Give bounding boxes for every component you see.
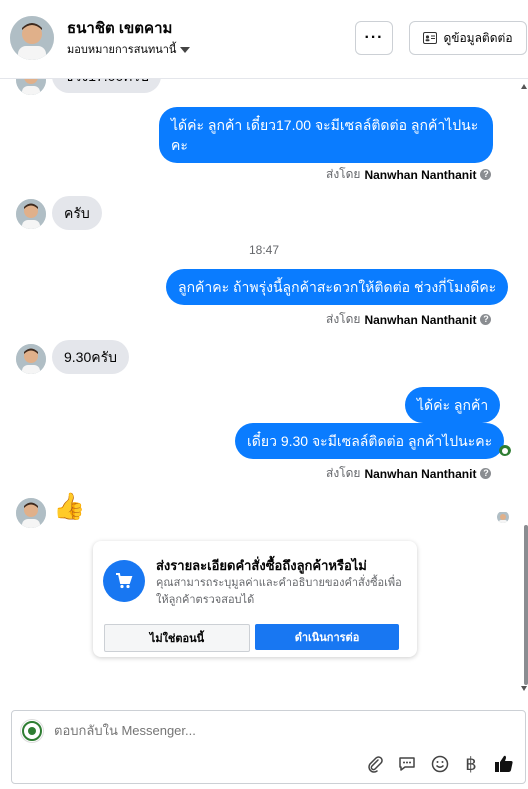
assign-label: มอบหมายการสนทนานี้ [67, 44, 177, 56]
question-icon[interactable]: ? [480, 468, 492, 479]
sent-by-label: ส่งโดย Nanwhan Nanthanit ? [326, 464, 492, 483]
customer-name[interactable]: ธนาชิต เขตคาม [67, 16, 172, 40]
customer-avatar[interactable] [10, 16, 54, 60]
order-details-card: ส่งรายละเอียดคำสั่งซื้อถึงลูกค้าหรือไม่ … [93, 541, 417, 657]
customer-seen-avatar [497, 511, 509, 523]
conversation-header: ธนาชิต เขตคาม มอบหมายการสนทนานี้ ··· ดูข… [0, 0, 528, 79]
sent-by-label: ส่งโดย Nanwhan Nanthanit ? [326, 310, 492, 329]
seen-indicator [499, 444, 511, 456]
customer-avatar-small [16, 498, 46, 528]
card-title: ส่งรายละเอียดคำสั่งซื้อถึงลูกค้าหรือไม่ [156, 558, 367, 573]
sent-by-label: ส่งโดย Nanwhan Nanthanit ? [326, 165, 492, 184]
smiley-icon[interactable] [429, 753, 451, 775]
cart-icon [103, 560, 145, 602]
baht-icon[interactable]: ฿ [460, 753, 482, 775]
message-line: คะ [171, 137, 188, 153]
question-icon[interactable]: ? [480, 314, 492, 325]
scrollbar-thumb[interactable] [524, 525, 528, 685]
incoming-message: ช่วง17.00ครับ [52, 79, 162, 93]
outgoing-message: ได้ค่ะ ลูกค้า เดี๋ยว17.00 จะมีเซลล์ติดต่… [159, 107, 493, 163]
message-timestamp: 18:47 [249, 243, 280, 257]
paperclip-icon[interactable] [364, 753, 386, 775]
scroll-up-arrow[interactable] [521, 84, 527, 89]
caret-down-icon [180, 47, 191, 54]
thumbs-up-icon[interactable] [493, 753, 515, 775]
thumbs-up-reaction: 👍 [53, 491, 86, 521]
incoming-message: 9.30ครับ [52, 340, 130, 374]
speech-bubble-icon[interactable] [396, 753, 418, 775]
incoming-message: ครับ [52, 196, 102, 230]
customer-avatar-small [16, 79, 46, 95]
customer-avatar-small [16, 199, 46, 229]
page-avatar [20, 719, 44, 743]
continue-button[interactable]: ดำเนินการต่อ [255, 624, 399, 650]
more-icon: ··· [364, 29, 384, 46]
question-icon[interactable]: ? [480, 169, 492, 180]
view-contact-button[interactable]: ดูข้อมูลติดต่อ [409, 21, 527, 55]
assign-conversation-dropdown[interactable]: มอบหมายการสนทนานี้ [67, 40, 191, 58]
not-now-button[interactable]: ไม่ใช่ตอนนี้ [104, 624, 250, 652]
sender-name: Nanwhan Nanthanit [364, 312, 477, 327]
outgoing-message: เดี๋ยว 9.30 จะมีเซลล์ติดต่อ ลูกค้าไปนะคะ [235, 423, 505, 459]
more-options-button[interactable]: ··· [355, 21, 393, 55]
sent-by-prefix: ส่งโดย [326, 312, 361, 326]
sender-name: Nanwhan Nanthanit [364, 167, 477, 182]
message-composer: ฿ [11, 710, 526, 784]
scroll-down-arrow[interactable] [521, 686, 527, 691]
sender-name: Nanwhan Nanthanit [364, 466, 477, 481]
reply-input[interactable] [54, 723, 474, 738]
message-thread[interactable]: ช่วง17.00ครับ ได้ค่ะ ลูกค้า เดี๋ยว17.00 … [0, 79, 528, 699]
outgoing-message: ลูกค้าคะ ถ้าพรุ่งนี้ลูกค้าสะดวกให้ติดต่อ… [166, 269, 509, 305]
sent-by-prefix: ส่งโดย [326, 167, 361, 181]
card-subtitle: คุณสามารถระบุมูลค่าและคำอธิบายของคำสั่งซ… [156, 577, 402, 606]
contact-card-icon [423, 32, 438, 44]
message-line: ได้ค่ะ ลูกค้า เดี๋ยว17.00 จะมีเซลล์ติดต่… [171, 117, 479, 133]
view-contact-label: ดูข้อมูลติดต่อ [443, 30, 513, 45]
outgoing-message: ได้ค่ะ ลูกค้า [405, 387, 501, 423]
customer-avatar-small [16, 344, 46, 374]
sent-by-prefix: ส่งโดย [326, 466, 361, 480]
